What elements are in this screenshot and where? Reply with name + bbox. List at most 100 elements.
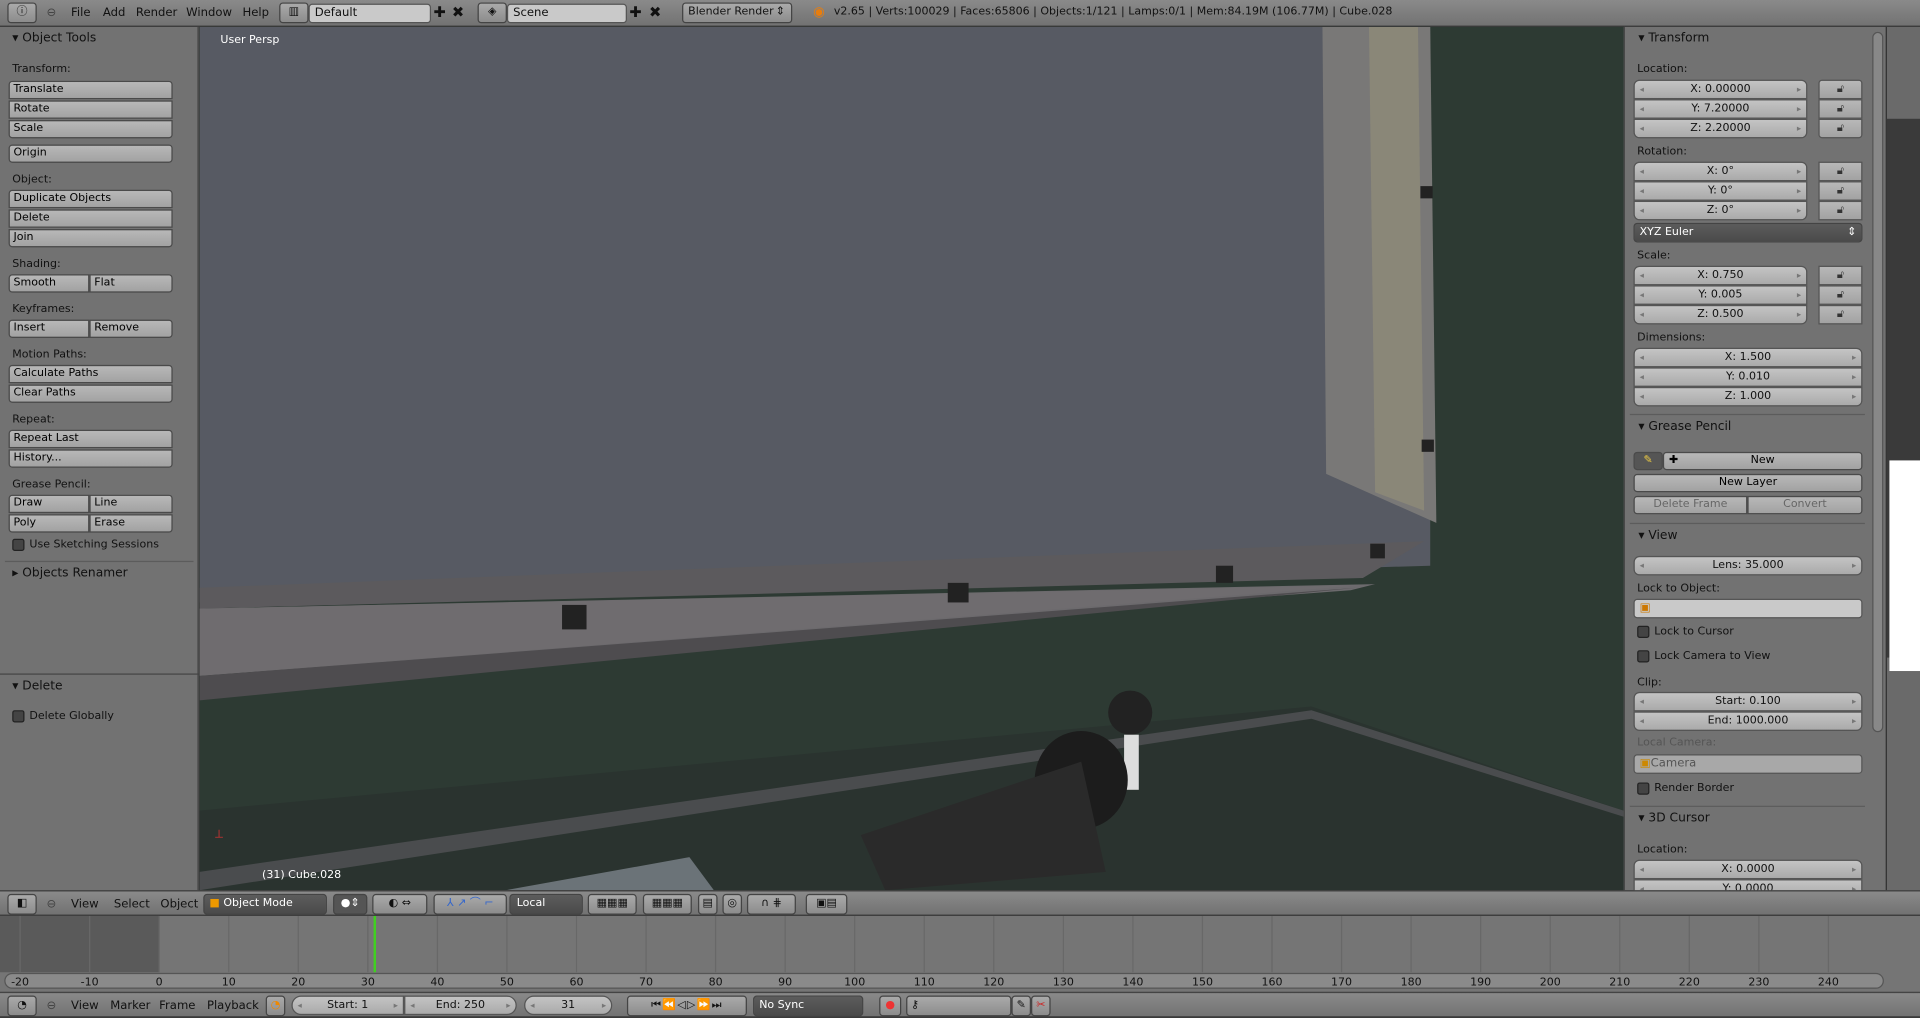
menu-object[interactable]: Object: [160, 898, 198, 911]
calculate-paths-button[interactable]: Calculate Paths: [8, 364, 173, 384]
snap-icon[interactable]: ∩ ⋕: [746, 893, 796, 915]
lock-icon[interactable]: 🔓︎: [1818, 265, 1863, 286]
editor-type-timeline-button[interactable]: ◔: [7, 995, 37, 1017]
delete-globally-checkbox[interactable]: [12, 710, 25, 723]
panel-transform-header[interactable]: ▾ Transform: [1638, 32, 1709, 45]
menu-playback[interactable]: Playback: [207, 999, 259, 1012]
shading-select[interactable]: ●⇕: [333, 893, 368, 915]
lens-field[interactable]: Lens: 35.000: [1633, 555, 1863, 576]
gp-convert-button[interactable]: Convert: [1747, 495, 1863, 515]
location-x-field[interactable]: X: 0.00000: [1633, 79, 1808, 100]
editor-type-3d-button[interactable]: ◧: [7, 893, 37, 915]
gp-erase-button[interactable]: Erase: [89, 514, 173, 533]
use-sketching-sessions-checkbox[interactable]: [12, 538, 25, 552]
collapse-icon[interactable]: ⊖: [47, 999, 57, 1012]
menu-frame[interactable]: Frame: [159, 999, 195, 1012]
menu-marker[interactable]: Marker: [110, 999, 150, 1012]
panel-object-tools-header[interactable]: ▾ Object Tools: [12, 32, 96, 45]
outliner-strip[interactable]: [1885, 26, 1920, 891]
location-y-field[interactable]: Y: 7.20000: [1633, 99, 1808, 119]
playback-controls[interactable]: ⏮⏪◁▷⏩⏭: [626, 995, 747, 1017]
flat-button[interactable]: Flat: [89, 274, 173, 293]
history-button[interactable]: History...: [8, 449, 173, 468]
timeline-ruler[interactable]: -20 -10 0 10 20 30 40 50 60 70 80 90 100 110 120 130 140…: [0, 915, 1920, 992]
render-border-checkbox[interactable]: [1637, 782, 1650, 795]
lock-icon[interactable]: 🔓︎: [1818, 285, 1863, 305]
scale-y-field[interactable]: Y: 0.005: [1633, 285, 1808, 305]
repeat-last-button[interactable]: Repeat Last: [8, 429, 173, 449]
gp-pencil-icon[interactable]: ✎: [1633, 451, 1663, 471]
menu-select[interactable]: Select: [114, 898, 150, 911]
editor-type-info-button[interactable]: ⓘ: [7, 2, 37, 24]
join-button[interactable]: Join: [8, 228, 173, 248]
lock-to-object-field[interactable]: ▣: [1633, 598, 1863, 619]
record-button[interactable]: ●: [879, 995, 902, 1017]
dimensions-x-field[interactable]: X: 1.500: [1633, 347, 1863, 368]
gp-line-button[interactable]: Line: [89, 494, 173, 514]
layout-icon[interactable]: ▥: [279, 2, 309, 24]
clip-start-field[interactable]: Start: 0.100: [1633, 691, 1863, 712]
render-opengl-icon[interactable]: ▣▤: [805, 893, 848, 915]
3d-viewport[interactable]: User Persp (31) Cube.028 ⊥: [199, 26, 1624, 891]
start-frame-field[interactable]: Start: 1: [291, 995, 405, 1016]
scale-z-field[interactable]: Z: 0.500: [1633, 304, 1808, 325]
clear-paths-button[interactable]: Clear Paths: [8, 384, 173, 403]
lock-camera-to-view-checkbox[interactable]: [1637, 650, 1650, 663]
add-scene-icon[interactable]: ✚: [629, 4, 641, 21]
dimensions-z-field[interactable]: Z: 1.000: [1633, 386, 1863, 407]
pivot-select[interactable]: ◐ ⇔: [372, 893, 428, 915]
remove-layout-icon[interactable]: ✖: [452, 4, 464, 21]
layout-select[interactable]: Default: [308, 3, 432, 24]
current-frame-field[interactable]: 31: [524, 995, 613, 1016]
menu-view[interactable]: View: [71, 999, 99, 1012]
menu-add[interactable]: Add: [103, 6, 126, 19]
cursor-x-field[interactable]: X: 0.0000: [1633, 859, 1863, 880]
cursor-y-field[interactable]: Y: 0.0000: [1633, 879, 1863, 891]
scale-x-field[interactable]: X: 0.750: [1633, 265, 1808, 286]
scene-select[interactable]: Scene: [506, 3, 627, 24]
dimensions-y-field[interactable]: Y: 0.010: [1633, 367, 1863, 387]
rotation-mode-select[interactable]: XYZ Euler ⇕: [1633, 222, 1863, 243]
layer-buttons-2[interactable]: ▦▦▦: [642, 893, 692, 915]
clip-end-field[interactable]: End: 1000.000: [1633, 711, 1863, 732]
properties-scrollbar[interactable]: [1872, 31, 1884, 733]
lock-icon[interactable]: 🔓︎: [1818, 181, 1863, 201]
scale-button[interactable]: Scale: [8, 120, 173, 139]
end-frame-field[interactable]: End: 250: [404, 995, 517, 1016]
insert-keyframe-button[interactable]: Insert: [8, 319, 90, 338]
gp-poly-button[interactable]: Poly: [8, 514, 90, 533]
remove-keyframe-button[interactable]: Remove: [89, 319, 173, 338]
add-layout-icon[interactable]: ✚: [433, 4, 445, 21]
lock-icon[interactable]: 🔓︎: [1818, 79, 1863, 100]
panel-grease-pencil-header[interactable]: ▾ Grease Pencil: [1638, 420, 1731, 433]
lock-icon[interactable]: 🔓︎: [1818, 200, 1863, 221]
lock-icon[interactable]: 🔓︎: [1818, 99, 1863, 119]
lock-to-cursor-checkbox[interactable]: [1637, 625, 1650, 638]
layer-buttons-1[interactable]: ▦▦▦: [587, 893, 637, 915]
panel-operator-delete-header[interactable]: ▾ Delete: [12, 680, 62, 693]
panel-3d-cursor-header[interactable]: ▾ 3D Cursor: [1638, 812, 1709, 825]
scene-icon[interactable]: ◈: [477, 2, 507, 24]
rotation-y-field[interactable]: Y: 0°: [1633, 181, 1808, 201]
collapse-icon[interactable]: ⊖: [47, 898, 57, 911]
local-camera-field[interactable]: ▣Camera: [1633, 754, 1863, 774]
mode-select[interactable]: ■ Object Mode: [203, 893, 327, 915]
preview-range-icon[interactable]: ◔: [265, 995, 286, 1017]
lock-icon[interactable]: 🔓︎: [1818, 161, 1863, 182]
gp-new-button[interactable]: ✚ New: [1662, 451, 1863, 471]
sync-select[interactable]: No Sync: [753, 995, 864, 1017]
gp-delete-frame-button[interactable]: Delete Frame: [1633, 495, 1748, 515]
rotation-z-field[interactable]: Z: 0°: [1633, 200, 1808, 221]
collapse-icon[interactable]: ⊖: [47, 6, 57, 19]
origin-button[interactable]: Origin: [8, 144, 173, 163]
menu-file[interactable]: File: [71, 6, 90, 19]
manipulator-buttons[interactable]: ⅄ ↗ ⌒ ⌐: [433, 893, 507, 915]
location-z-field[interactable]: Z: 2.20000: [1633, 118, 1808, 139]
menu-help[interactable]: Help: [242, 6, 269, 19]
lock-icon[interactable]: 🔓︎: [1818, 304, 1863, 325]
gp-draw-button[interactable]: Draw: [8, 494, 90, 514]
menu-render[interactable]: Render: [136, 6, 177, 19]
smooth-button[interactable]: Smooth: [8, 274, 90, 293]
translate-button[interactable]: Translate: [8, 80, 173, 100]
rotate-button[interactable]: Rotate: [8, 100, 173, 119]
